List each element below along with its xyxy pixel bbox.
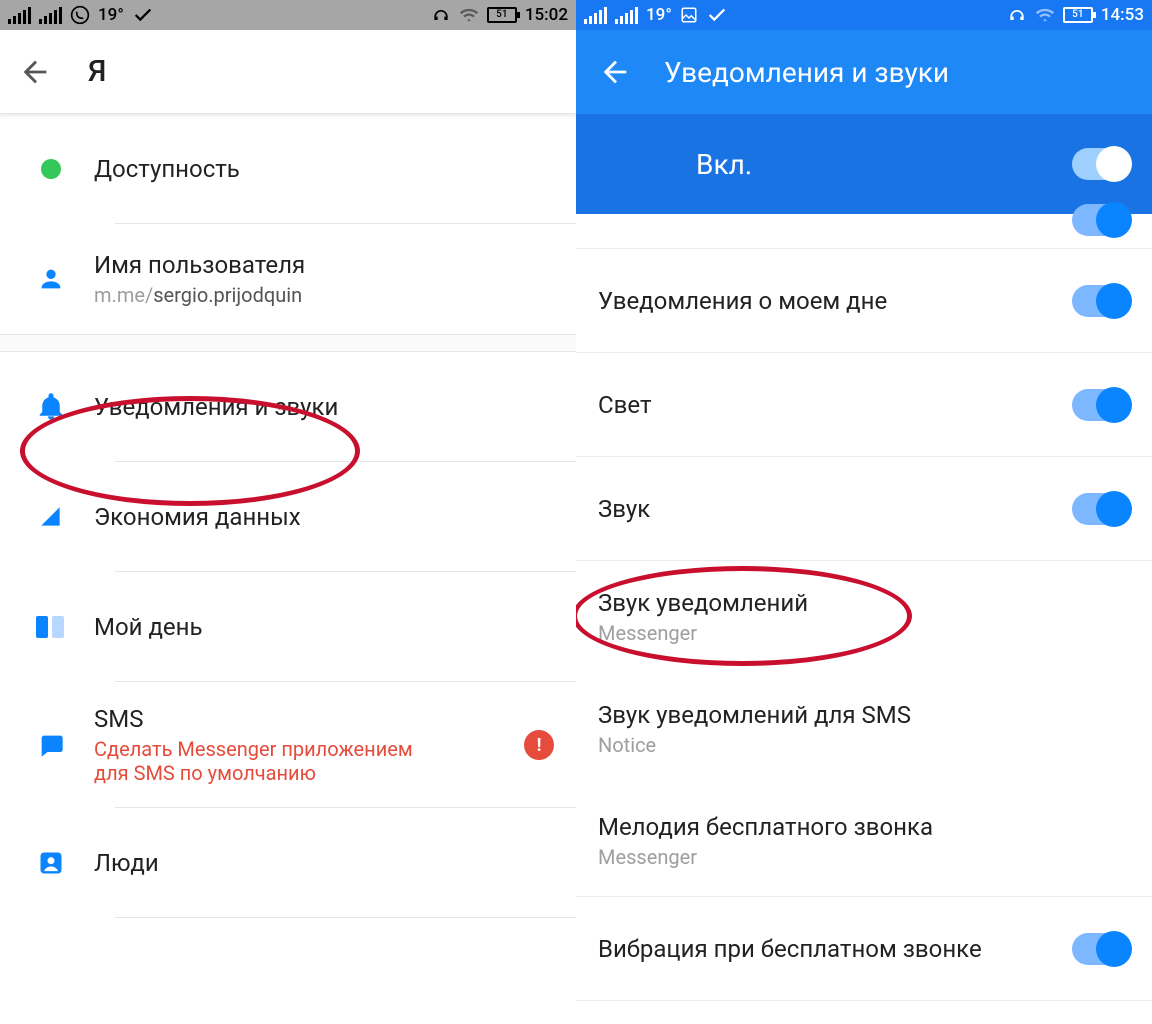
people-icon xyxy=(37,849,65,877)
status-temp: 19° xyxy=(646,5,672,25)
status-time: 14:53 xyxy=(1101,5,1144,25)
row-my-day-notif[interactable]: Уведомления о моем дне xyxy=(576,249,1152,353)
label: Люди xyxy=(94,849,554,877)
wifi-icon xyxy=(1035,5,1055,25)
status-temp: 19° xyxy=(98,5,124,25)
label: Мелодия бесплатного звонка xyxy=(598,813,933,841)
page-title: Я xyxy=(88,54,106,89)
subtitle: Сделать Messenger приложением для SMS по… xyxy=(94,737,424,785)
master-toggle-row[interactable]: Вкл. xyxy=(576,114,1152,214)
signal-icon xyxy=(8,6,31,24)
label: Мой день xyxy=(94,613,554,641)
headphones-icon xyxy=(1007,5,1027,25)
row-username[interactable]: Имя пользователя m.me/sergio.prijodquin xyxy=(0,224,576,334)
label: Свет xyxy=(598,391,651,419)
alert-badge-icon: ! xyxy=(524,730,554,760)
wifi-icon xyxy=(459,5,479,25)
check-icon xyxy=(706,4,728,26)
row-sms-sound[interactable]: Звук уведомлений для SMS Notice xyxy=(576,673,1152,785)
row-data-saver[interactable]: Экономия данных xyxy=(0,462,576,572)
my-day-icon xyxy=(36,616,66,638)
headphones-icon xyxy=(431,5,451,25)
label: Уведомления о моем дне xyxy=(598,287,887,315)
toggle[interactable] xyxy=(1072,493,1130,525)
subtitle: Messenger xyxy=(598,845,933,869)
status-time: 15:02 xyxy=(525,5,568,25)
data-saver-icon xyxy=(38,504,64,530)
person-icon xyxy=(37,265,65,293)
subtitle: Notice xyxy=(598,733,911,757)
label: Звук уведомлений для SMS xyxy=(598,701,911,729)
label: Звук xyxy=(598,495,650,523)
back-icon[interactable] xyxy=(598,55,632,89)
toggle[interactable] xyxy=(1072,285,1130,317)
check-icon xyxy=(132,4,154,26)
chat-icon xyxy=(37,731,65,759)
label: Звук уведомлений xyxy=(598,589,808,617)
viber-icon xyxy=(70,5,90,25)
back-icon[interactable] xyxy=(18,55,52,89)
toggle[interactable] xyxy=(1072,389,1130,421)
subtitle: Messenger xyxy=(598,621,808,645)
appbar: Уведомления и звуки Вкл. xyxy=(576,30,1152,214)
section-divider xyxy=(0,334,576,352)
status-bar-right: 19° 51 14:53 xyxy=(576,0,1152,30)
signal-icon xyxy=(39,6,62,24)
row-light[interactable]: Свет xyxy=(576,353,1152,457)
row-my-day[interactable]: Мой день xyxy=(0,572,576,682)
presence-dot-icon xyxy=(41,159,61,179)
row-sound[interactable]: Звук xyxy=(576,457,1152,561)
row-vibration-partial[interactable]: _ xyxy=(576,214,1152,249)
status-bar-left: 19° 51 15:02 xyxy=(0,0,576,30)
master-toggle[interactable] xyxy=(1072,148,1130,180)
notifications-list: _ Уведомления о моем дне Свет Звук Звук … xyxy=(576,214,1152,1001)
appbar: Я xyxy=(0,30,576,114)
row-ringtone[interactable]: Мелодия бесплатного звонка Messenger xyxy=(576,785,1152,897)
label: Вибрация при бесплатном звонке xyxy=(598,935,982,963)
username-value: m.me/sergio.prijodquin xyxy=(94,283,554,307)
row-notifications[interactable]: Уведомления и звуки xyxy=(0,352,576,462)
toggle[interactable] xyxy=(1072,204,1130,236)
label: SMS xyxy=(94,705,524,733)
row-sms[interactable]: SMS Сделать Messenger приложением для SM… xyxy=(0,682,576,808)
row-availability[interactable]: Доступность xyxy=(0,114,576,224)
page-title: Уведомления и звуки xyxy=(664,56,949,89)
row-people[interactable]: Люди xyxy=(0,808,576,918)
battery-icon: 51 xyxy=(1063,7,1093,23)
label: Уведомления и звуки xyxy=(94,393,554,421)
label: Доступность xyxy=(94,155,554,183)
bell-icon xyxy=(36,392,66,422)
phone-left: 19° 51 15:02 Я Доступность Имя пользоват… xyxy=(0,0,576,1024)
signal-icon xyxy=(584,6,607,24)
image-icon xyxy=(680,6,698,24)
master-toggle-label: Вкл. xyxy=(696,148,752,181)
toggle[interactable] xyxy=(1072,933,1130,965)
label: Имя пользователя xyxy=(94,251,554,279)
battery-icon: 51 xyxy=(487,7,517,23)
row-notif-sound[interactable]: Звук уведомлений Messenger xyxy=(576,561,1152,673)
label: Экономия данных xyxy=(94,503,554,531)
phone-right: 19° 51 14:53 Уведомления и звуки Вкл. _ … xyxy=(576,0,1152,1024)
row-call-vibrate[interactable]: Вибрация при бесплатном звонке xyxy=(576,897,1152,1001)
settings-list: Доступность Имя пользователя m.me/sergio… xyxy=(0,114,576,918)
signal-icon xyxy=(615,6,638,24)
